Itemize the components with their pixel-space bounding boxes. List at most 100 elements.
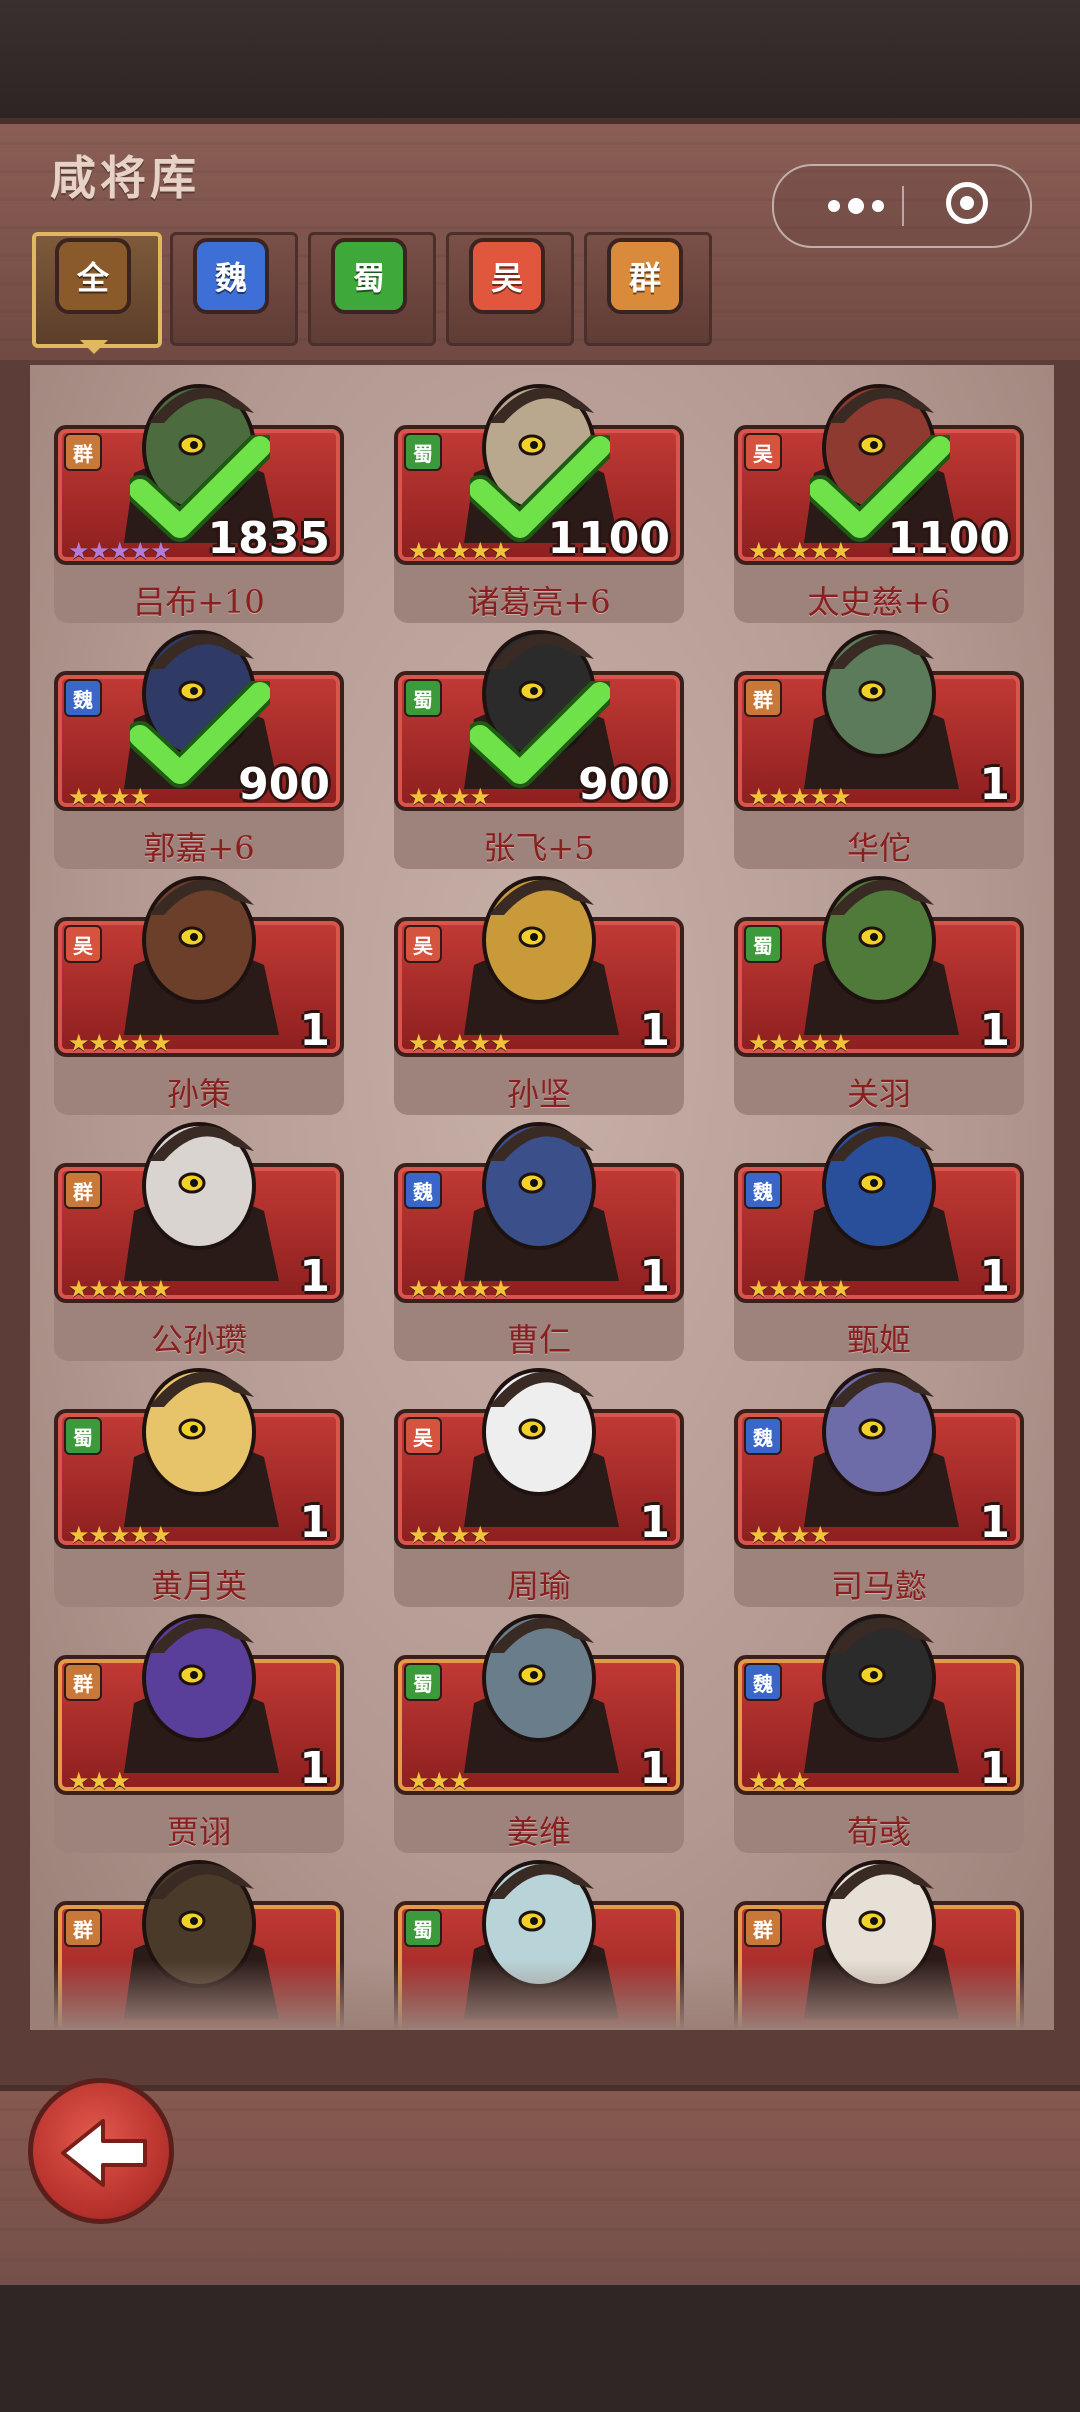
hero-portrait xyxy=(804,630,959,789)
hero-portrait xyxy=(124,1368,279,1527)
faction-badge: 魏 xyxy=(744,1663,782,1701)
hero-count: 1 xyxy=(639,1251,670,1302)
faction-badge: 群 xyxy=(64,1909,102,1947)
star-rating: ★★★★ xyxy=(748,1521,831,1549)
hero-portrait xyxy=(464,1368,619,1527)
hero-card[interactable]: 群 ★★★★★ 1 华佗 xyxy=(734,630,1024,869)
faction-badge: 魏 xyxy=(744,1171,782,1209)
faction-badge: 吴 xyxy=(744,433,782,471)
tab-3[interactable]: 吴 xyxy=(436,232,574,352)
hero-card[interactable]: 魏 ★★★★★ 1 甄姬 xyxy=(734,1122,1024,1361)
faction-badge: 魏 xyxy=(744,1417,782,1455)
hero-count: 1 xyxy=(639,1005,670,1056)
faction-badge: 群 xyxy=(64,1171,102,1209)
star-rating: ★★★★★ xyxy=(68,1029,172,1057)
hero-card[interactable]: 魏 ★★★★ 1 司马懿 xyxy=(734,1368,1024,1607)
hero-portrait xyxy=(124,1614,279,1773)
hero-card[interactable]: 魏 ★★★ 1 荀彧 xyxy=(734,1614,1024,1853)
hero-panel[interactable]: 群 ★★★★★ 1835 吕布+10 蜀 ★★★★★ 1100 诸葛亮+6 吴 ★★★★★ 1100… xyxy=(30,365,1054,2030)
hero-count: 1 xyxy=(979,1497,1010,1548)
hero-portrait xyxy=(804,1368,959,1527)
checkmark-icon xyxy=(470,681,610,788)
hero-portrait xyxy=(464,876,619,1035)
hero-count: 1 xyxy=(979,1251,1010,1302)
faction-badge: 群 xyxy=(64,1663,102,1701)
back-button[interactable] xyxy=(28,2078,174,2224)
star-rating: ★★★★ xyxy=(408,1521,491,1549)
more-dots-icon[interactable] xyxy=(808,166,904,246)
faction-badge: 蜀 xyxy=(64,1417,102,1455)
faction-badge: 魏 xyxy=(64,679,102,717)
tab-label: 群 xyxy=(607,238,683,314)
hero-portrait xyxy=(464,1614,619,1773)
hero-card[interactable]: 蜀 ★★★★ 900 张飞+5 xyxy=(394,630,684,869)
hero-card[interactable]: 蜀 xyxy=(394,1860,684,2030)
faction-badge: 群 xyxy=(64,433,102,471)
tab-label: 蜀 xyxy=(331,238,407,314)
hero-portrait xyxy=(464,1122,619,1281)
faction-badge: 蜀 xyxy=(404,1909,442,1947)
hero-card[interactable]: 蜀 ★★★ 1 姜维 xyxy=(394,1614,684,1853)
tab-0[interactable]: 全 xyxy=(22,232,162,354)
hero-count: 1 xyxy=(299,1005,330,1056)
hero-card[interactable]: 吴 ★★★★★ 1100 太史慈+6 xyxy=(734,384,1024,623)
checkmark-icon xyxy=(810,435,950,542)
hero-card[interactable]: 魏 ★★★★★ 1 曹仁 xyxy=(394,1122,684,1361)
faction-badge: 群 xyxy=(744,1909,782,1947)
star-rating: ★★★★★ xyxy=(748,1275,852,1303)
miniprogram-capsule xyxy=(772,164,1032,248)
hero-card[interactable]: 蜀 ★★★★★ 1 关羽 xyxy=(734,876,1024,1115)
star-rating: ★★★★★ xyxy=(408,1275,512,1303)
hero-portrait xyxy=(804,1122,959,1281)
hero-count: 1 xyxy=(979,759,1010,810)
page-title: 咸将库 xyxy=(50,151,200,205)
hero-portrait xyxy=(124,1122,279,1281)
hero-card[interactable]: 群 xyxy=(54,1860,344,2030)
faction-tabs: 全魏蜀吴群 xyxy=(22,232,712,354)
faction-badge: 魏 xyxy=(404,1171,442,1209)
hero-card[interactable]: 群 ★★★★★ 1835 吕布+10 xyxy=(54,384,344,623)
hero-card[interactable]: 蜀 ★★★★★ 1100 诸葛亮+6 xyxy=(394,384,684,623)
tab-label: 全 xyxy=(55,238,131,314)
star-rating: ★★★ xyxy=(68,1767,131,1795)
tab-label: 吴 xyxy=(469,238,545,314)
faction-badge: 蜀 xyxy=(744,925,782,963)
faction-badge: 群 xyxy=(744,679,782,717)
star-rating: ★★★★★ xyxy=(408,1029,512,1057)
hero-card[interactable]: 魏 ★★★★ 900 郭嘉+6 xyxy=(54,630,344,869)
hero-count: 1 xyxy=(299,1743,330,1794)
hero-count: 1 xyxy=(639,1497,670,1548)
hero-count: 1 xyxy=(639,1743,670,1794)
hero-card[interactable]: 群 ★★★ 1 贾诩 xyxy=(54,1614,344,1853)
hero-card[interactable]: 群 xyxy=(734,1860,1024,2030)
close-circle-icon[interactable] xyxy=(946,182,988,224)
hero-portrait xyxy=(124,1860,279,2019)
star-rating: ★★★ xyxy=(408,1767,471,1795)
hero-portrait xyxy=(804,1614,959,1773)
back-arrow-icon xyxy=(61,2119,147,2187)
faction-badge: 吴 xyxy=(404,1417,442,1455)
faction-badge: 蜀 xyxy=(404,1663,442,1701)
hero-count: 1 xyxy=(979,1743,1010,1794)
tab-4[interactable]: 群 xyxy=(574,232,712,352)
capsule-divider xyxy=(902,186,904,226)
star-rating: ★★★★★ xyxy=(68,1275,172,1303)
hero-card[interactable]: 群 ★★★★★ 1 公孙瓒 xyxy=(54,1122,344,1361)
hero-card[interactable]: 吴 ★★★★ 1 周瑜 xyxy=(394,1368,684,1607)
hero-count: 1 xyxy=(299,1251,330,1302)
checkmark-icon xyxy=(470,435,610,542)
bottom-band xyxy=(0,2285,1080,2412)
faction-badge: 蜀 xyxy=(404,433,442,471)
hero-portrait xyxy=(804,1860,959,2019)
hero-count: 1 xyxy=(299,1497,330,1548)
faction-badge: 吴 xyxy=(404,925,442,963)
hero-card[interactable]: 吴 ★★★★★ 1 孙策 xyxy=(54,876,344,1115)
hero-card[interactable]: 吴 ★★★★★ 1 孙坚 xyxy=(394,876,684,1115)
hero-card[interactable]: 蜀 ★★★★★ 1 黄月英 xyxy=(54,1368,344,1607)
star-rating: ★★★★★ xyxy=(748,783,852,811)
hero-portrait xyxy=(124,876,279,1035)
tab-1[interactable]: 魏 xyxy=(160,232,298,352)
faction-badge: 蜀 xyxy=(404,679,442,717)
tab-2[interactable]: 蜀 xyxy=(298,232,436,352)
checkmark-icon xyxy=(130,435,270,542)
